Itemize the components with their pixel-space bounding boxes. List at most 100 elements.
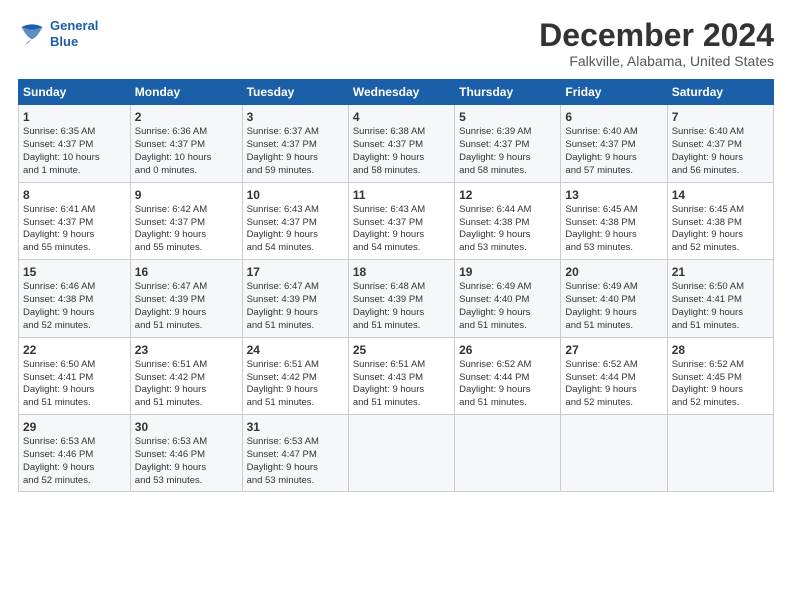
day-info: Sunrise: 6:49 AM Sunset: 4:40 PM Dayligh… xyxy=(459,281,556,332)
day-cell: 31Sunrise: 6:53 AM Sunset: 4:47 PM Dayli… xyxy=(242,414,348,491)
day-cell xyxy=(348,414,454,491)
day-info: Sunrise: 6:53 AM Sunset: 4:47 PM Dayligh… xyxy=(247,436,344,487)
day-cell: 7Sunrise: 6:40 AM Sunset: 4:37 PM Daylig… xyxy=(667,105,773,182)
day-number: 27 xyxy=(565,342,662,358)
day-cell: 27Sunrise: 6:52 AM Sunset: 4:44 PM Dayli… xyxy=(561,337,667,414)
day-number: 10 xyxy=(247,187,344,203)
day-number: 20 xyxy=(565,264,662,280)
header: General Blue December 2024 Falkville, Al… xyxy=(18,18,774,69)
day-info: Sunrise: 6:45 AM Sunset: 4:38 PM Dayligh… xyxy=(672,204,769,255)
day-info: Sunrise: 6:51 AM Sunset: 4:43 PM Dayligh… xyxy=(353,359,450,410)
day-number: 14 xyxy=(672,187,769,203)
day-cell: 20Sunrise: 6:49 AM Sunset: 4:40 PM Dayli… xyxy=(561,260,667,337)
day-info: Sunrise: 6:50 AM Sunset: 4:41 PM Dayligh… xyxy=(23,359,126,410)
day-info: Sunrise: 6:37 AM Sunset: 4:37 PM Dayligh… xyxy=(247,126,344,177)
day-cell: 12Sunrise: 6:44 AM Sunset: 4:38 PM Dayli… xyxy=(455,182,561,259)
day-number: 23 xyxy=(135,342,238,358)
day-number: 18 xyxy=(353,264,450,280)
day-cell: 10Sunrise: 6:43 AM Sunset: 4:37 PM Dayli… xyxy=(242,182,348,259)
day-info: Sunrise: 6:48 AM Sunset: 4:39 PM Dayligh… xyxy=(353,281,450,332)
day-cell xyxy=(561,414,667,491)
day-number: 24 xyxy=(247,342,344,358)
header-row: SundayMondayTuesdayWednesdayThursdayFrid… xyxy=(19,80,774,105)
day-info: Sunrise: 6:49 AM Sunset: 4:40 PM Dayligh… xyxy=(565,281,662,332)
day-cell: 8Sunrise: 6:41 AM Sunset: 4:37 PM Daylig… xyxy=(19,182,131,259)
day-number: 15 xyxy=(23,264,126,280)
day-info: Sunrise: 6:53 AM Sunset: 4:46 PM Dayligh… xyxy=(135,436,238,487)
day-cell: 6Sunrise: 6:40 AM Sunset: 4:37 PM Daylig… xyxy=(561,105,667,182)
day-cell: 25Sunrise: 6:51 AM Sunset: 4:43 PM Dayli… xyxy=(348,337,454,414)
day-number: 13 xyxy=(565,187,662,203)
day-number: 1 xyxy=(23,109,126,125)
week-row-1: 1Sunrise: 6:35 AM Sunset: 4:37 PM Daylig… xyxy=(19,105,774,182)
day-cell xyxy=(667,414,773,491)
header-thursday: Thursday xyxy=(455,80,561,105)
week-row-3: 15Sunrise: 6:46 AM Sunset: 4:38 PM Dayli… xyxy=(19,260,774,337)
day-number: 21 xyxy=(672,264,769,280)
day-info: Sunrise: 6:47 AM Sunset: 4:39 PM Dayligh… xyxy=(247,281,344,332)
day-info: Sunrise: 6:51 AM Sunset: 4:42 PM Dayligh… xyxy=(247,359,344,410)
day-info: Sunrise: 6:52 AM Sunset: 4:44 PM Dayligh… xyxy=(565,359,662,410)
day-info: Sunrise: 6:51 AM Sunset: 4:42 PM Dayligh… xyxy=(135,359,238,410)
day-number: 17 xyxy=(247,264,344,280)
day-number: 6 xyxy=(565,109,662,125)
day-number: 16 xyxy=(135,264,238,280)
day-cell xyxy=(455,414,561,491)
week-row-5: 29Sunrise: 6:53 AM Sunset: 4:46 PM Dayli… xyxy=(19,414,774,491)
day-info: Sunrise: 6:35 AM Sunset: 4:37 PM Dayligh… xyxy=(23,126,126,177)
day-number: 19 xyxy=(459,264,556,280)
day-number: 29 xyxy=(23,419,126,435)
day-info: Sunrise: 6:43 AM Sunset: 4:37 PM Dayligh… xyxy=(353,204,450,255)
day-cell: 16Sunrise: 6:47 AM Sunset: 4:39 PM Dayli… xyxy=(130,260,242,337)
day-cell: 30Sunrise: 6:53 AM Sunset: 4:46 PM Dayli… xyxy=(130,414,242,491)
day-number: 28 xyxy=(672,342,769,358)
title-area: December 2024 Falkville, Alabama, United… xyxy=(539,18,774,69)
day-cell: 1Sunrise: 6:35 AM Sunset: 4:37 PM Daylig… xyxy=(19,105,131,182)
day-info: Sunrise: 6:50 AM Sunset: 4:41 PM Dayligh… xyxy=(672,281,769,332)
main-title: December 2024 xyxy=(539,18,774,53)
day-cell: 18Sunrise: 6:48 AM Sunset: 4:39 PM Dayli… xyxy=(348,260,454,337)
day-info: Sunrise: 6:44 AM Sunset: 4:38 PM Dayligh… xyxy=(459,204,556,255)
day-number: 4 xyxy=(353,109,450,125)
day-number: 22 xyxy=(23,342,126,358)
day-cell: 13Sunrise: 6:45 AM Sunset: 4:38 PM Dayli… xyxy=(561,182,667,259)
day-number: 5 xyxy=(459,109,556,125)
day-number: 7 xyxy=(672,109,769,125)
day-number: 31 xyxy=(247,419,344,435)
header-saturday: Saturday xyxy=(667,80,773,105)
week-row-4: 22Sunrise: 6:50 AM Sunset: 4:41 PM Dayli… xyxy=(19,337,774,414)
day-cell: 23Sunrise: 6:51 AM Sunset: 4:42 PM Dayli… xyxy=(130,337,242,414)
day-info: Sunrise: 6:45 AM Sunset: 4:38 PM Dayligh… xyxy=(565,204,662,255)
day-cell: 2Sunrise: 6:36 AM Sunset: 4:37 PM Daylig… xyxy=(130,105,242,182)
day-cell: 22Sunrise: 6:50 AM Sunset: 4:41 PM Dayli… xyxy=(19,337,131,414)
day-info: Sunrise: 6:39 AM Sunset: 4:37 PM Dayligh… xyxy=(459,126,556,177)
logo-icon xyxy=(18,20,46,48)
day-number: 3 xyxy=(247,109,344,125)
day-info: Sunrise: 6:40 AM Sunset: 4:37 PM Dayligh… xyxy=(565,126,662,177)
logo-line2: Blue xyxy=(50,34,78,49)
week-row-2: 8Sunrise: 6:41 AM Sunset: 4:37 PM Daylig… xyxy=(19,182,774,259)
day-number: 12 xyxy=(459,187,556,203)
day-info: Sunrise: 6:41 AM Sunset: 4:37 PM Dayligh… xyxy=(23,204,126,255)
day-cell: 11Sunrise: 6:43 AM Sunset: 4:37 PM Dayli… xyxy=(348,182,454,259)
day-number: 9 xyxy=(135,187,238,203)
day-info: Sunrise: 6:38 AM Sunset: 4:37 PM Dayligh… xyxy=(353,126,450,177)
day-info: Sunrise: 6:40 AM Sunset: 4:37 PM Dayligh… xyxy=(672,126,769,177)
day-number: 11 xyxy=(353,187,450,203)
header-friday: Friday xyxy=(561,80,667,105)
day-info: Sunrise: 6:42 AM Sunset: 4:37 PM Dayligh… xyxy=(135,204,238,255)
day-info: Sunrise: 6:43 AM Sunset: 4:37 PM Dayligh… xyxy=(247,204,344,255)
logo-text: General Blue xyxy=(50,18,98,49)
day-cell: 5Sunrise: 6:39 AM Sunset: 4:37 PM Daylig… xyxy=(455,105,561,182)
calendar-table: SundayMondayTuesdayWednesdayThursdayFrid… xyxy=(18,79,774,492)
header-tuesday: Tuesday xyxy=(242,80,348,105)
logo-line1: General xyxy=(50,18,98,33)
day-info: Sunrise: 6:52 AM Sunset: 4:45 PM Dayligh… xyxy=(672,359,769,410)
day-info: Sunrise: 6:46 AM Sunset: 4:38 PM Dayligh… xyxy=(23,281,126,332)
day-number: 8 xyxy=(23,187,126,203)
header-monday: Monday xyxy=(130,80,242,105)
day-info: Sunrise: 6:53 AM Sunset: 4:46 PM Dayligh… xyxy=(23,436,126,487)
day-info: Sunrise: 6:47 AM Sunset: 4:39 PM Dayligh… xyxy=(135,281,238,332)
day-cell: 4Sunrise: 6:38 AM Sunset: 4:37 PM Daylig… xyxy=(348,105,454,182)
day-info: Sunrise: 6:36 AM Sunset: 4:37 PM Dayligh… xyxy=(135,126,238,177)
